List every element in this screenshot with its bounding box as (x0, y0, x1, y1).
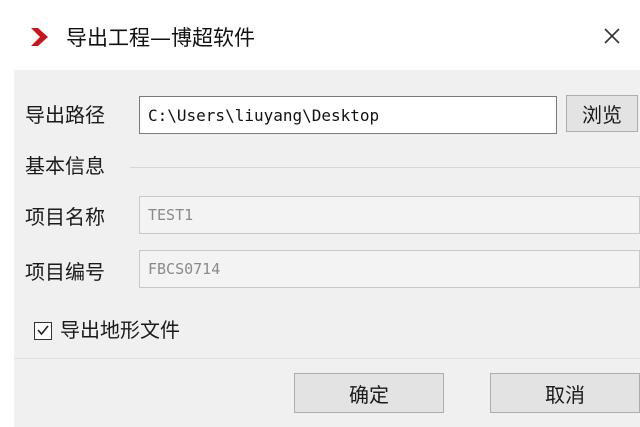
project-code-field[interactable]: FBCS0714 (139, 250, 640, 288)
project-code-label: 项目编号 (25, 260, 105, 284)
basic-info-group-label: 基本信息 (25, 154, 105, 178)
browse-button[interactable]: 浏览 (566, 95, 638, 132)
project-name-label: 项目名称 (25, 205, 105, 229)
close-button[interactable] (596, 22, 628, 54)
close-icon (602, 26, 622, 50)
title-bar: 导出工程—博超软件 (0, 0, 640, 70)
export-path-input[interactable]: C:\Users\liuyang\Desktop (139, 96, 557, 134)
export-terrain-checkbox[interactable] (34, 322, 52, 340)
window-title: 导出工程—博超软件 (66, 26, 255, 50)
ok-button[interactable]: 确定 (294, 373, 444, 413)
cancel-button[interactable]: 取消 (490, 373, 640, 413)
app-logo-icon (30, 27, 50, 47)
project-name-field[interactable]: TEST1 (139, 196, 640, 234)
group-divider (130, 167, 640, 168)
export-path-label: 导出路径 (25, 103, 105, 127)
export-terrain-label: 导出地形文件 (60, 318, 180, 342)
checkmark-icon (36, 322, 50, 341)
